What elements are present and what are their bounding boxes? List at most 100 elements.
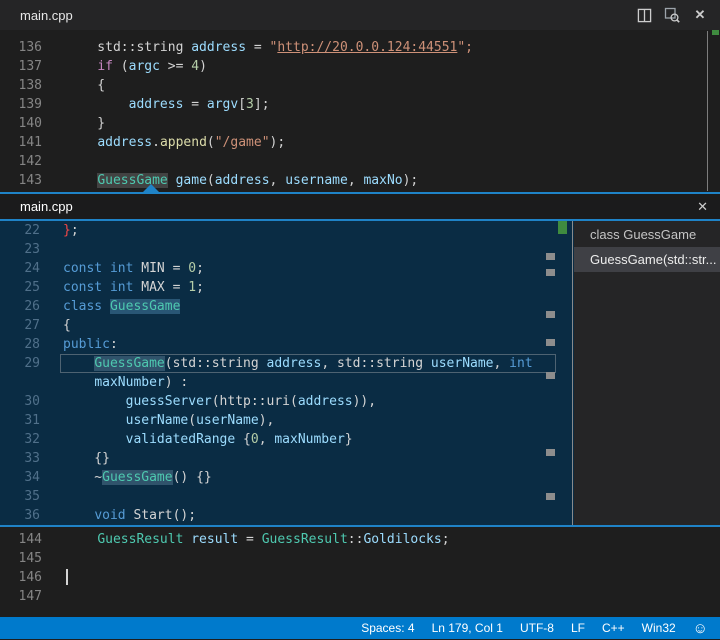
line-number[interactable]: 36 xyxy=(0,506,40,525)
line-number[interactable]: 137 xyxy=(0,57,42,76)
code-line[interactable]: 24const int MIN = 0; xyxy=(0,259,574,278)
code-line[interactable]: 145 xyxy=(0,549,720,568)
line-number[interactable]: 31 xyxy=(0,411,40,430)
code-line[interactable]: 27{ xyxy=(0,316,574,335)
line-number[interactable]: 24 xyxy=(0,259,40,278)
main-editor-top[interactable]: 136 std::string address = "http://20.0.0… xyxy=(0,30,720,192)
line-number[interactable]: 139 xyxy=(0,95,42,114)
status-item[interactable]: LF xyxy=(571,621,585,635)
code-line[interactable]: 139 address = argv[3]; xyxy=(0,95,720,114)
code-line[interactable]: 142 xyxy=(0,152,720,171)
close-editor-icon[interactable]: ✕ xyxy=(692,7,708,23)
code-text: std::string address = "http://20.0.0.124… xyxy=(66,38,473,57)
overview-ruler-mark xyxy=(546,372,555,379)
code-line[interactable]: 29 GuessGame(std::string address, std::s… xyxy=(0,354,574,373)
code-line[interactable]: 140 } xyxy=(0,114,720,133)
line-number[interactable]: 142 xyxy=(0,152,42,171)
code-text: public: xyxy=(63,335,118,354)
code-line[interactable]: 33 {} xyxy=(0,449,574,468)
code-line[interactable]: 35 xyxy=(0,487,574,506)
code-text: address.append("/game"); xyxy=(66,133,285,152)
code-line[interactable]: 143 GuessGame game(address, username, ma… xyxy=(0,171,720,190)
code-text: ~GuessGame() {} xyxy=(63,468,212,487)
peek-header: main.cpp ✕ xyxy=(0,194,720,219)
code-line[interactable]: 147 xyxy=(0,587,720,606)
line-number[interactable]: 22 xyxy=(0,221,40,240)
line-number[interactable]: 28 xyxy=(0,335,40,354)
line-number[interactable]: 29 xyxy=(0,354,40,373)
line-number[interactable]: 144 xyxy=(0,530,42,549)
line-number[interactable]: 146 xyxy=(0,568,42,587)
editor-scrollbar-slider[interactable] xyxy=(707,31,708,191)
line-number[interactable]: 35 xyxy=(0,487,40,506)
code-line[interactable]: 34 ~GuessGame() {} xyxy=(0,468,574,487)
code-text: if (argc >= 4) xyxy=(66,57,207,76)
line-number[interactable]: 30 xyxy=(0,392,40,411)
code-text: GuessGame game(address, username, maxNo)… xyxy=(66,171,418,190)
line-number[interactable]: 145 xyxy=(0,549,42,568)
code-line[interactable]: 144 GuessResult result = GuessResult::Go… xyxy=(0,530,720,549)
line-number[interactable]: 140 xyxy=(0,114,42,133)
status-item[interactable]: Ln 179, Col 1 xyxy=(432,621,503,635)
line-number[interactable]: 34 xyxy=(0,468,40,487)
main-editor-bottom[interactable]: 144 GuessResult result = GuessResult::Go… xyxy=(0,527,720,615)
line-number[interactable]: 32 xyxy=(0,430,40,449)
line-number[interactable]: 147 xyxy=(0,587,42,606)
peek-overview-added-mark xyxy=(558,221,567,234)
code-line[interactable]: 23 xyxy=(0,240,574,259)
code-line[interactable]: 146 xyxy=(0,568,720,587)
code-text xyxy=(66,568,68,587)
code-line[interactable]: 36 void Start(); xyxy=(0,506,574,525)
reference-list-item[interactable]: GuessGame(std::str... xyxy=(574,247,720,272)
status-bar: Spaces: 4 Ln 179, Col 1 UTF-8 LF C++ Win32 ☺ xyxy=(0,617,720,639)
code-line[interactable]: maxNumber) : xyxy=(0,373,574,392)
line-number[interactable] xyxy=(0,373,40,392)
code-line[interactable]: 141 address.append("/game"); xyxy=(0,133,720,152)
status-item[interactable]: Spaces: 4 xyxy=(361,621,414,635)
status-item[interactable]: C++ xyxy=(602,621,625,635)
code-text: { xyxy=(66,76,105,95)
feedback-smiley-icon[interactable]: ☺ xyxy=(693,621,708,636)
code-line[interactable]: 138 { xyxy=(0,76,720,95)
line-number[interactable]: 138 xyxy=(0,76,42,95)
reference-list-item[interactable]: class GuessGame xyxy=(574,222,720,247)
overview-ruler-mark xyxy=(546,493,555,500)
overview-ruler-mark xyxy=(546,253,555,260)
peek-scrollbar-slider[interactable] xyxy=(572,221,573,525)
overview-ruler-added-mark xyxy=(712,30,719,35)
code-line[interactable]: 28 public: xyxy=(0,335,574,354)
code-line[interactable]: 30 guessServer(http::uri(address)), xyxy=(0,392,574,411)
code-line[interactable]: 136 std::string address = "http://20.0.0… xyxy=(0,38,720,57)
code-text: void Start(); xyxy=(63,506,196,525)
code-text: }; xyxy=(63,221,79,240)
code-text: const int MAX = 1; xyxy=(63,278,204,297)
code-line[interactable]: 31 userName(userName), xyxy=(0,411,574,430)
line-number[interactable]: 26 xyxy=(0,297,40,316)
code-text: userName(userName), xyxy=(63,411,274,430)
line-number[interactable]: 27 xyxy=(0,316,40,335)
line-number[interactable]: 136 xyxy=(0,38,42,57)
peek-widget: main.cpp ✕ 22};2324const int MIN = 0;25c… xyxy=(0,192,720,527)
status-item[interactable]: Win32 xyxy=(642,621,676,635)
code-line[interactable]: 32 validatedRange {0, maxNumber} xyxy=(0,430,574,449)
line-number[interactable]: 141 xyxy=(0,133,42,152)
open-preview-icon[interactable] xyxy=(664,7,680,23)
status-item[interactable]: UTF-8 xyxy=(520,621,554,635)
split-editor-icon[interactable] xyxy=(636,7,652,23)
line-number[interactable]: 143 xyxy=(0,171,42,190)
code-line[interactable]: 25 const int MAX = 1; xyxy=(0,278,574,297)
line-number[interactable]: 25 xyxy=(0,278,40,297)
code-line[interactable]: 26class GuessGame xyxy=(0,297,574,316)
code-text: maxNumber) : xyxy=(63,373,188,392)
title-bar-actions: ✕ xyxy=(636,7,708,23)
line-number[interactable]: 23 xyxy=(0,240,40,259)
code-text: } xyxy=(66,114,105,133)
overview-ruler-mark xyxy=(546,339,555,346)
code-line[interactable]: 22}; xyxy=(0,221,574,240)
text-cursor xyxy=(66,569,68,585)
file-title: main.cpp xyxy=(20,8,73,23)
code-line[interactable]: 137 if (argc >= 4) xyxy=(0,57,720,76)
line-number[interactable]: 33 xyxy=(0,449,40,468)
peek-editor[interactable]: 22};2324const int MIN = 0;25const int MA… xyxy=(0,221,574,525)
peek-close-icon[interactable]: ✕ xyxy=(697,199,708,215)
